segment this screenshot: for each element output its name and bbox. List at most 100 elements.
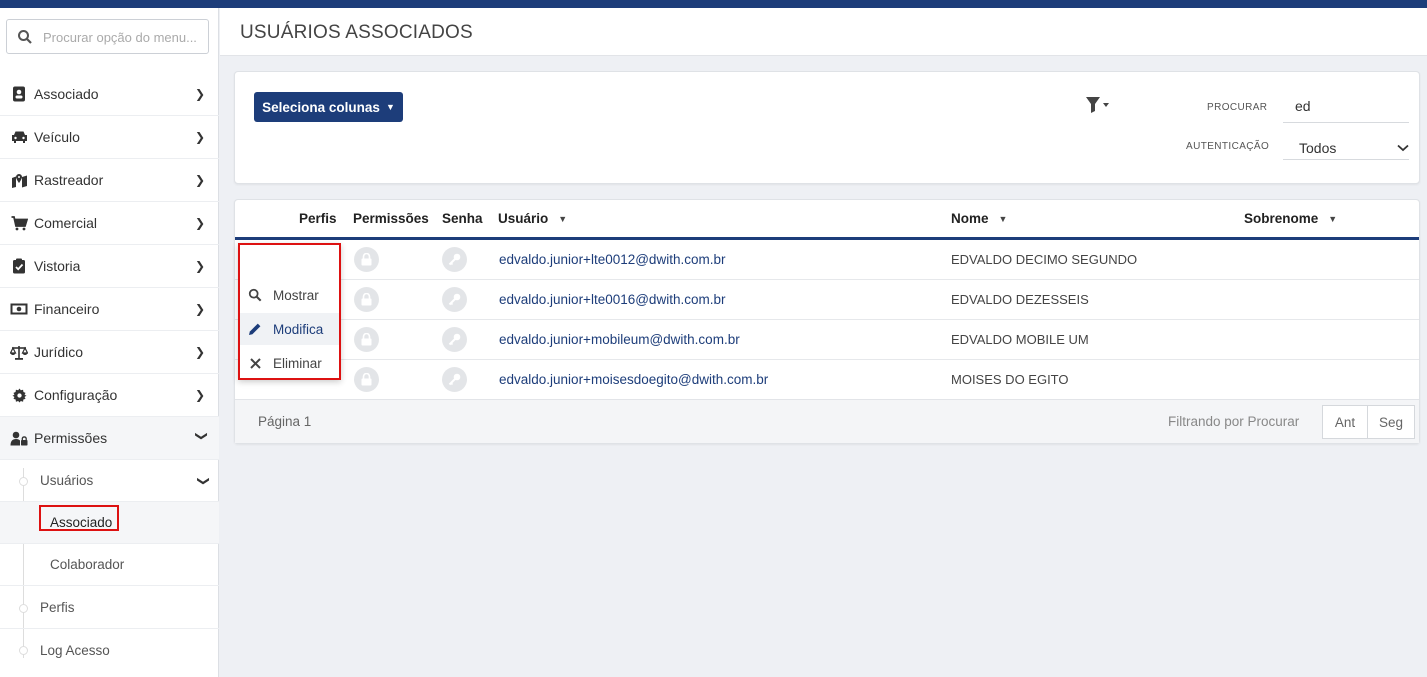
menu-item-mostrar[interactable]: Mostrar [240, 279, 339, 311]
filter-icon[interactable] [1085, 96, 1111, 114]
key-icon [448, 253, 461, 266]
sidebar-item-permissoes[interactable]: Permissões ❯ [0, 417, 219, 460]
users-table: Perfis Permissões Senha Usuário ▼ Nome ▼… [234, 199, 1420, 444]
sidebar-item-financeiro[interactable]: Financeiro ❯ [0, 288, 219, 331]
senha-button[interactable] [442, 327, 467, 352]
menu-item-modifica[interactable]: Modifica [240, 313, 339, 345]
cart-icon [10, 214, 28, 232]
permissoes-button[interactable] [354, 367, 379, 392]
cell-usuario[interactable]: edvaldo.junior+lte0012@dwith.com.br [499, 252, 725, 267]
scale-icon [10, 343, 28, 361]
chevron-right-icon: ❯ [195, 388, 206, 402]
cell-usuario[interactable]: edvaldo.junior+mobileum@dwith.com.br [499, 332, 740, 347]
select-columns-label: Seleciona colunas [262, 99, 380, 115]
chevron-down-icon: ❯ [196, 475, 211, 486]
sort-icon: ▼ [1328, 213, 1338, 224]
id-badge-icon [10, 85, 28, 103]
sidebar-item-veiculo[interactable]: Veículo ❯ [0, 116, 219, 159]
menu-item-eliminar[interactable]: Eliminar [240, 347, 339, 379]
lock-icon [361, 253, 372, 266]
cell-nome: EDVALDO DECIMO SEGUNDO [951, 252, 1138, 267]
cell-usuario[interactable]: edvaldo.junior+moisesdoegito@dwith.com.b… [499, 372, 768, 387]
search-icon [248, 288, 262, 302]
sidebar-subitem-label: Colaborador [50, 557, 125, 572]
chevron-right-icon: ❯ [195, 130, 206, 144]
cell-nome: MOISES DO EGITO [951, 372, 1069, 387]
chevron-right-icon: ❯ [195, 345, 206, 359]
sort-icon: ▼ [998, 213, 1008, 224]
sidebar-subitem-label: Perfis [40, 600, 75, 615]
menu-search[interactable] [6, 19, 209, 54]
header-senha: Senha [442, 211, 483, 226]
sidebar-subitem-colaborador[interactable]: Colaborador [0, 544, 219, 586]
header-usuario[interactable]: Usuário ▼ [498, 211, 567, 226]
page-header: USUÁRIOS ASSOCIADOS [220, 8, 1427, 56]
table-footer: Página 1 Filtrando por Procurar Ant Seg [235, 399, 1419, 443]
search-value: ed [1295, 98, 1311, 114]
cell-nome: EDVALDO DEZESSEIS [951, 292, 1089, 307]
sidebar-item-vistoria[interactable]: Vistoria ❯ [0, 245, 219, 288]
sidebar-subitem-log-acesso[interactable]: Log Acesso [0, 629, 219, 671]
sidebar-item-rastreador[interactable]: Rastreador ❯ [0, 159, 219, 202]
auth-label: AUTENTICAÇÃO [1186, 141, 1270, 152]
caret-down-icon: ▼ [385, 102, 395, 112]
sidebar-subitem-perfis[interactable]: Perfis [0, 587, 219, 629]
sidebar-item-label: Financeiro [34, 301, 100, 317]
header-permissoes: Permissões [353, 211, 429, 226]
permissoes-button[interactable] [354, 287, 379, 312]
prev-page-button[interactable]: Ant [1322, 405, 1368, 439]
sidebar-subitem-usuarios[interactable]: Usuários ❯ [0, 460, 219, 502]
lock-icon [361, 333, 372, 346]
sidebar-item-configuracao[interactable]: Configuração ❯ [0, 374, 219, 417]
menu-item-label: Modifica [273, 321, 324, 337]
sidebar-subitem-label: Log Acesso [40, 642, 110, 658]
table-row: edvaldo.junior+lte0012@dwith.com.br EDVA… [235, 240, 1419, 280]
menu-search-input[interactable] [43, 27, 203, 47]
filter-info: Filtrando por Procurar [1168, 414, 1300, 429]
key-icon [448, 333, 461, 346]
highlight-box-associado [39, 505, 119, 531]
header-sobrenome[interactable]: Sobrenome ▼ [1244, 211, 1337, 226]
search-field[interactable]: ed [1283, 98, 1409, 123]
chevron-down-icon: ❯ [195, 431, 209, 442]
sidebar-item-label: Comercial [34, 215, 98, 231]
chevron-right-icon: ❯ [195, 87, 206, 101]
table-row: edvaldo.junior+moisesdoegito@dwith.com.b… [235, 360, 1419, 400]
header-nome-label: Nome [951, 211, 989, 226]
tree-dot [19, 604, 28, 613]
search-icon [18, 30, 32, 44]
gear-icon [10, 386, 28, 404]
chevron-right-icon: ❯ [195, 259, 206, 273]
senha-button[interactable] [442, 287, 467, 312]
next-page-button[interactable]: Seg [1367, 405, 1415, 439]
senha-button[interactable] [442, 367, 467, 392]
car-icon [10, 128, 28, 146]
user-lock-icon [10, 429, 28, 447]
sidebar-item-label: Configuração [34, 387, 118, 403]
select-columns-button[interactable]: Seleciona colunas ▼ [254, 92, 403, 122]
close-icon [248, 356, 262, 370]
sidebar-item-associado[interactable]: Associado ❯ [0, 73, 219, 116]
map-pin-icon [10, 171, 28, 189]
senha-button[interactable] [442, 247, 467, 272]
table-row: edvaldo.junior+lte0016@dwith.com.br EDVA… [235, 280, 1419, 320]
header-nome[interactable]: Nome ▼ [951, 211, 1007, 226]
page-indicator: Página 1 [258, 414, 312, 429]
menu-item-label: Mostrar [273, 287, 319, 303]
header-usuario-label: Usuário [498, 211, 549, 226]
page-title: USUÁRIOS ASSOCIADOS [240, 22, 473, 43]
chevron-right-icon: ❯ [195, 173, 206, 187]
money-icon [10, 300, 28, 318]
auth-select[interactable]: Todos [1283, 136, 1409, 160]
pencil-icon [248, 322, 262, 336]
filter-panel: Seleciona colunas ▼ PROCURAR ed AUTENTIC… [234, 71, 1420, 184]
sidebar-item-comercial[interactable]: Comercial ❯ [0, 202, 219, 245]
lock-icon [361, 293, 372, 306]
sidebar-item-juridico[interactable]: Jurídico ❯ [0, 331, 219, 374]
permissoes-button[interactable] [354, 327, 379, 352]
cell-usuario[interactable]: edvaldo.junior+lte0016@dwith.com.br [499, 292, 725, 307]
sidebar-subitem-label: Usuários [40, 473, 94, 488]
permissoes-button[interactable] [354, 247, 379, 272]
row-actions-menu: Mostrar Modifica Eliminar [238, 243, 341, 380]
key-icon [448, 293, 461, 306]
